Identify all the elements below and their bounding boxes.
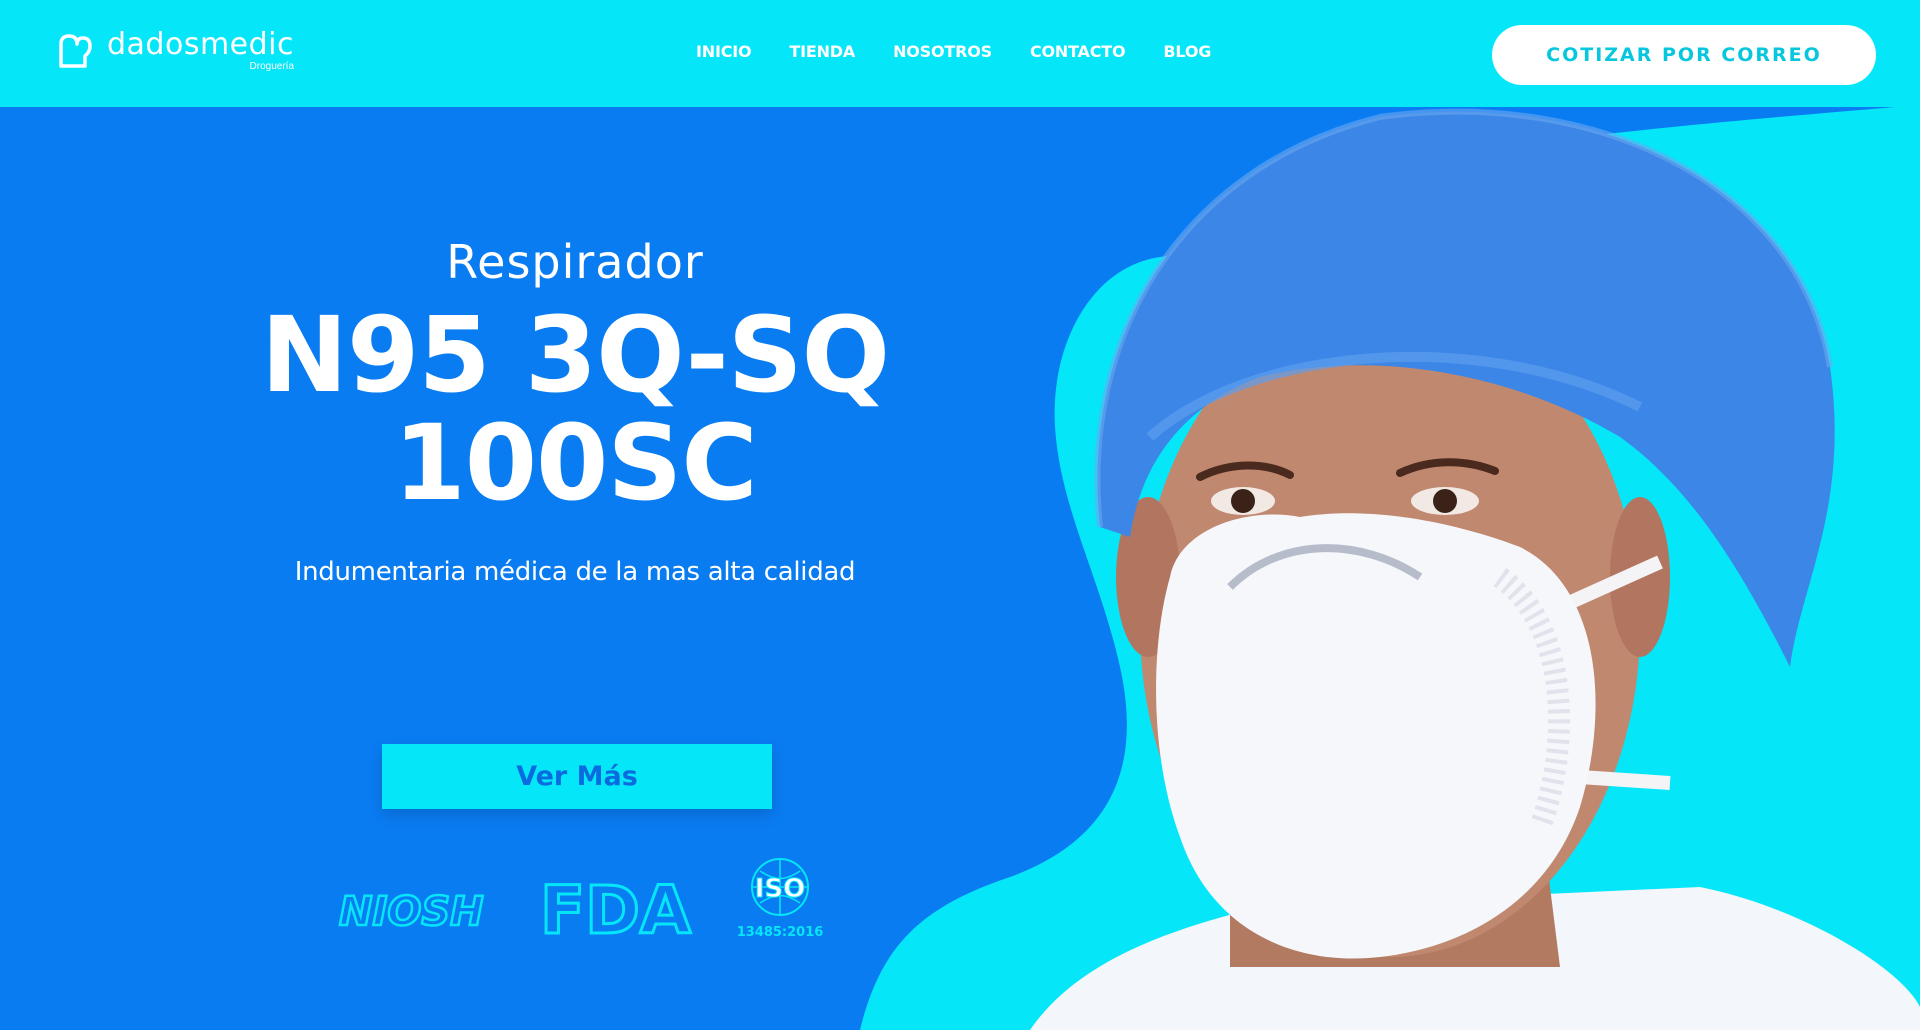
nav-item-contacto[interactable]: CONTACTO <box>1030 42 1126 61</box>
main-nav: INICIO TIENDA NOSOTROS CONTACTO BLOG <box>696 42 1211 61</box>
brand-subtitle: Droguería <box>249 61 295 72</box>
hero-pre-title: Respirador <box>446 235 704 289</box>
svg-text:ISO: ISO <box>755 874 806 904</box>
niosh-logo: NIOSH <box>338 888 485 937</box>
hero-subtitle: Indumentaria médica de la mas alta calid… <box>294 557 856 587</box>
hero-title-line-2: 100SC <box>393 402 757 524</box>
niosh-logo-text: NIOSH <box>339 889 484 935</box>
brand-logo[interactable]: dadosmedic Droguería <box>55 30 294 74</box>
hero-title: N95 3Q-SQ 100SC <box>160 301 990 517</box>
nav-item-tienda[interactable]: TIENDA <box>789 42 855 61</box>
hero-copy: Respirador N95 3Q-SQ 100SC Indumentaria … <box>160 235 990 587</box>
hero-banner: Respirador N95 3Q-SQ 100SC Indumentaria … <box>0 107 1920 1030</box>
hero-title-line-1: N95 3Q-SQ <box>260 294 890 416</box>
fda-logo: FDA <box>539 871 693 951</box>
site-header: dadosmedic Droguería INICIO TIENDA NOSOT… <box>0 0 1920 107</box>
iso-logo: ISO 13485:2016 <box>737 858 824 940</box>
heart-outline-icon <box>59 34 92 68</box>
nav-item-blog[interactable]: BLOG <box>1163 42 1211 61</box>
ver-mas-button[interactable]: Ver Más <box>382 744 772 809</box>
fda-logo-text: FDA <box>540 872 691 949</box>
certification-logos: NIOSH FDA ISO 13485:2016 <box>338 858 824 951</box>
nav-item-inicio[interactable]: INICIO <box>696 42 752 61</box>
brand-name: dadosmedic <box>107 27 295 62</box>
svg-text:13485:2016: 13485:2016 <box>737 925 824 940</box>
quote-by-email-button[interactable]: COTIZAR POR CORREO <box>1492 25 1876 85</box>
nav-item-nosotros[interactable]: NOSOTROS <box>893 42 992 61</box>
